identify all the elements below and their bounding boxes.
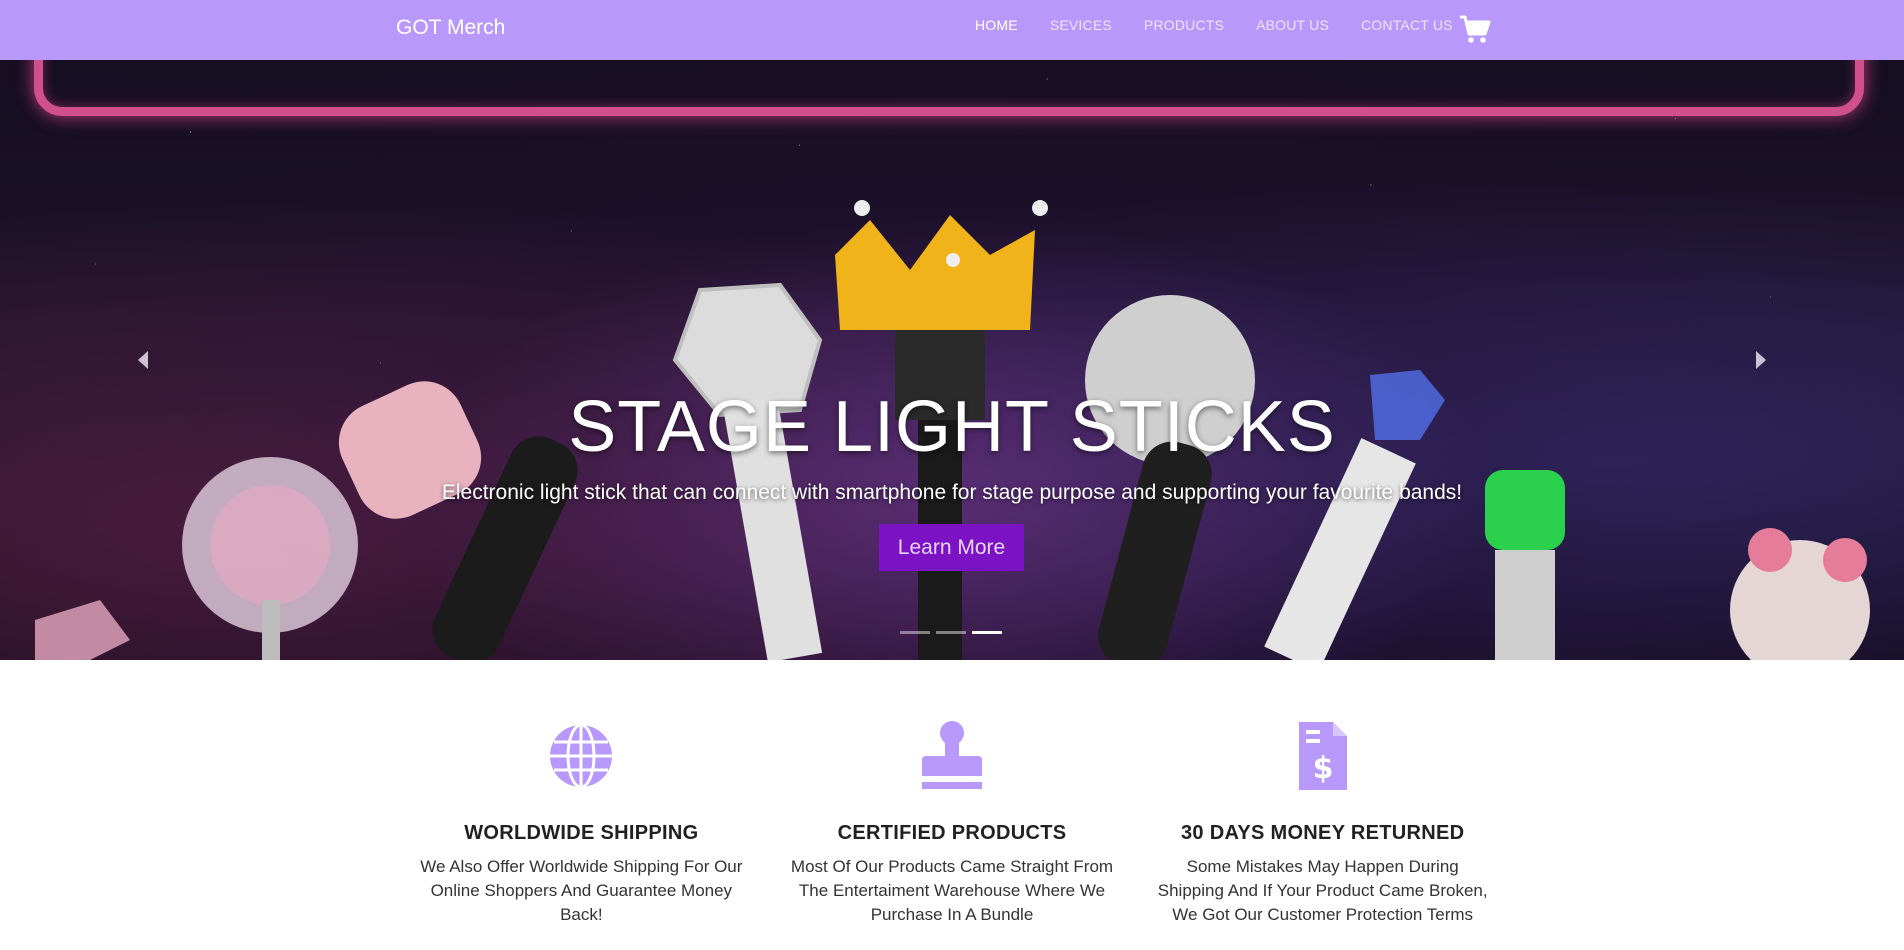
feature-certified-products: CERTIFIED PRODUCTS Most Of Our Products … bbox=[767, 720, 1138, 950]
svg-text:$: $ bbox=[1312, 751, 1333, 786]
carousel-indicators bbox=[900, 631, 1002, 634]
carousel-indicator-2[interactable] bbox=[936, 631, 966, 634]
nav-link-services[interactable]: SEVICES bbox=[1050, 17, 1112, 33]
nav-link-products[interactable]: PRODUCTS bbox=[1144, 17, 1224, 33]
globe-icon bbox=[550, 723, 613, 789]
hero-subtitle: Electronic light stick that can connect … bbox=[441, 481, 1463, 504]
feature-text: Some Mistakes May Happen During Shipping… bbox=[1157, 857, 1488, 924]
feature-title: CERTIFIED PRODUCTS bbox=[837, 822, 1067, 844]
feature-text: We Also Offer Worldwide Shipping For Our… bbox=[420, 857, 743, 924]
chevron-left-icon[interactable] bbox=[128, 345, 158, 375]
chevron-right-icon[interactable] bbox=[1746, 345, 1776, 375]
hero-carousel: STAGE LIGHT STICKS Electronic light stic… bbox=[0, 0, 1904, 660]
nav-link-home[interactable]: HOME bbox=[975, 17, 1018, 33]
nav-links: HOME SEVICES PRODUCTS ABOUT US CONTACT U… bbox=[975, 17, 1485, 33]
nav-link-about-us[interactable]: ABOUT US bbox=[1256, 17, 1329, 33]
navbar: GOT Merch HOME SEVICES PRODUCTS ABOUT US… bbox=[0, 0, 1904, 60]
feature-title: 30 DAYS MONEY RETURNED bbox=[1181, 822, 1465, 844]
learn-more-button[interactable]: Learn More bbox=[879, 524, 1024, 571]
feature-title: WORLDWIDE SHIPPING bbox=[464, 822, 699, 844]
feature-money-returned: $ 30 DAYS MONEY RETURNED Some Mistakes M… bbox=[1137, 720, 1508, 950]
feature-text: Most Of Our Products Came Straight From … bbox=[790, 857, 1114, 924]
invoice-dollar-icon: $ bbox=[1298, 722, 1347, 790]
features-section: WORLDWIDE SHIPPING We Also Offer Worldwi… bbox=[396, 720, 1508, 950]
brand-logo[interactable]: GOT Merch bbox=[396, 16, 505, 40]
hero-title: STAGE LIGHT STICKS bbox=[568, 387, 1336, 467]
nav-link-contact-us[interactable]: CONTACT US bbox=[1361, 17, 1453, 33]
stamp-icon bbox=[922, 721, 982, 789]
carousel-indicator-3[interactable] bbox=[972, 631, 1002, 634]
shopping-cart-icon[interactable] bbox=[1458, 12, 1492, 46]
feature-worldwide-shipping: WORLDWIDE SHIPPING We Also Offer Worldwi… bbox=[396, 720, 767, 950]
carousel-indicator-1[interactable] bbox=[900, 631, 930, 634]
